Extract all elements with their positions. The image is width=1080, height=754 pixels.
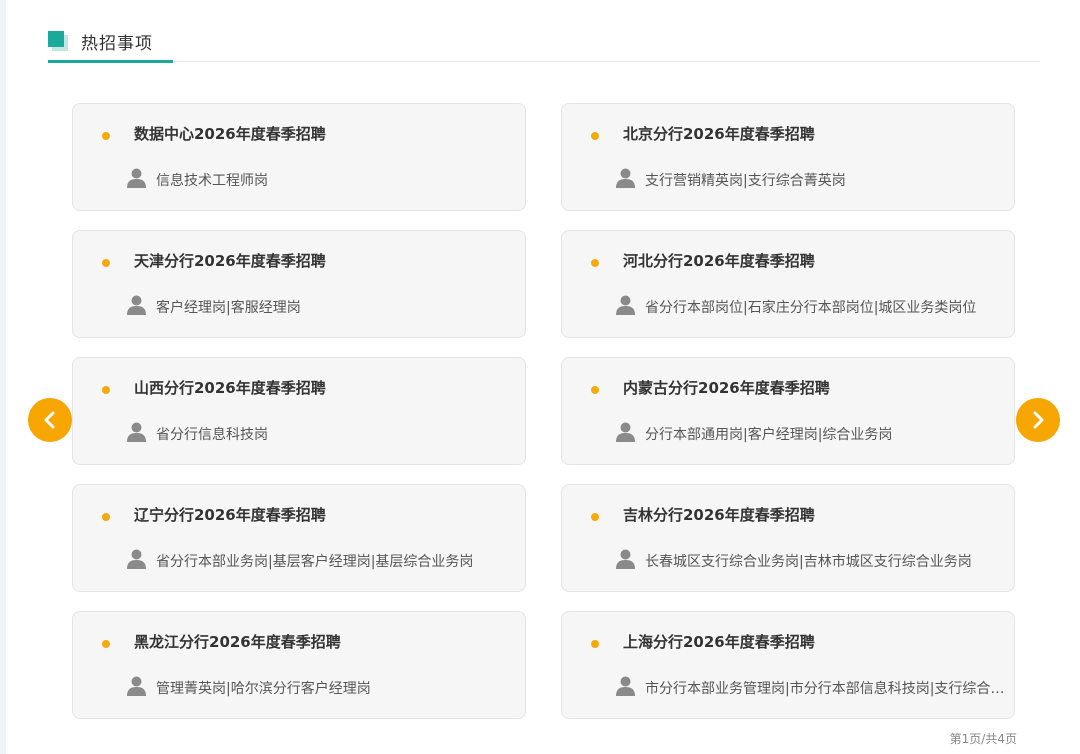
prev-page-button[interactable] — [28, 398, 72, 442]
job-card[interactable]: 北京分行2026年度春季招聘 支行营销精英岗|支行综合菁英岗 — [561, 103, 1015, 211]
job-card[interactable]: 内蒙古分行2026年度春季招聘 分行本部通用岗|客户经理岗|综合业务岗 — [561, 357, 1015, 465]
pagination-indicator: 第1页/共4页 — [949, 732, 1017, 746]
bullet-dot-icon — [591, 259, 599, 267]
job-card-title[interactable]: 黑龙江分行2026年度春季招聘 — [134, 631, 341, 652]
person-icon — [616, 676, 635, 696]
job-card[interactable]: 天津分行2026年度春季招聘 客户经理岗|客服经理岗 — [72, 230, 526, 338]
job-card-title[interactable]: 上海分行2026年度春季招聘 — [623, 631, 815, 652]
job-card[interactable]: 上海分行2026年度春季招聘 市分行本部业务管理岗|市分行本部信息科技岗|支行综… — [561, 611, 1015, 719]
job-card[interactable]: 黑龙江分行2026年度春季招聘 管理菁英岗|哈尔滨分行客户经理岗 — [72, 611, 526, 719]
bullet-dot-icon — [591, 132, 599, 140]
left-edge-strip — [0, 0, 6, 754]
job-card-title[interactable]: 内蒙古分行2026年度春季招聘 — [623, 377, 830, 398]
job-card[interactable]: 山西分行2026年度春季招聘 省分行信息科技岗 — [72, 357, 526, 465]
bullet-dot-icon — [102, 132, 110, 140]
job-card-positions: 省分行信息科技岗 — [156, 427, 268, 443]
bullet-dot-icon — [102, 386, 110, 394]
person-icon — [127, 422, 146, 442]
bullet-dot-icon — [591, 640, 599, 648]
job-card-positions: 省分行本部业务岗|基层客户经理岗|基层综合业务岗 — [156, 554, 474, 570]
job-card-positions: 长春城区支行综合业务岗|吉林市城区支行综合业务岗 — [645, 554, 972, 570]
section-title: 热招事项 — [81, 34, 153, 54]
bullet-dot-icon — [102, 513, 110, 521]
job-card[interactable]: 数据中心2026年度春季招聘 信息技术工程师岗 — [72, 103, 526, 211]
job-card-positions: 客户经理岗|客服经理岗 — [156, 300, 301, 316]
person-icon — [127, 295, 146, 315]
job-card-positions: 支行营销精英岗|支行综合菁英岗 — [645, 173, 846, 189]
bullet-dot-icon — [591, 386, 599, 394]
section-title-underline — [48, 60, 173, 63]
job-card-positions: 管理菁英岗|哈尔滨分行客户经理岗 — [156, 681, 371, 697]
job-card[interactable]: 辽宁分行2026年度春季招聘 省分行本部业务岗|基层客户经理岗|基层综合业务岗 — [72, 484, 526, 592]
bullet-dot-icon — [102, 259, 110, 267]
job-card-title[interactable]: 北京分行2026年度春季招聘 — [623, 123, 815, 144]
job-card-title[interactable]: 山西分行2026年度春季招聘 — [134, 377, 326, 398]
section-header: 热招事项 — [48, 28, 1040, 63]
person-icon — [127, 168, 146, 188]
job-card-positions: 省分行本部岗位|石家庄分行本部岗位|城区业务类岗位 — [645, 300, 977, 316]
person-icon — [616, 295, 635, 315]
job-card-title[interactable]: 数据中心2026年度春季招聘 — [134, 123, 326, 144]
job-card-title[interactable]: 辽宁分行2026年度春季招聘 — [134, 504, 326, 525]
next-page-button[interactable] — [1016, 398, 1060, 442]
chevron-right-icon — [1033, 411, 1044, 429]
job-card-positions: 分行本部通用岗|客户经理岗|综合业务岗 — [645, 427, 893, 443]
bullet-dot-icon — [102, 640, 110, 648]
person-icon — [127, 549, 146, 569]
person-icon — [127, 676, 146, 696]
person-icon — [616, 422, 635, 442]
job-card-positions: 信息技术工程师岗 — [156, 173, 268, 189]
chevron-left-icon — [44, 411, 55, 429]
job-card-title[interactable]: 河北分行2026年度春季招聘 — [623, 250, 815, 271]
bullet-dot-icon — [591, 513, 599, 521]
job-card-title[interactable]: 天津分行2026年度春季招聘 — [134, 250, 326, 271]
job-card-positions: 市分行本部业务管理岗|市分行本部信息科技岗|支行综合业务岗 — [645, 681, 1005, 697]
section-square-icon — [48, 31, 68, 51]
job-card[interactable]: 河北分行2026年度春季招聘 省分行本部岗位|石家庄分行本部岗位|城区业务类岗位 — [561, 230, 1015, 338]
job-card[interactable]: 吉林分行2026年度春季招聘 长春城区支行综合业务岗|吉林市城区支行综合业务岗 — [561, 484, 1015, 592]
person-icon — [616, 168, 635, 188]
job-card-title[interactable]: 吉林分行2026年度春季招聘 — [623, 504, 815, 525]
person-icon — [616, 549, 635, 569]
